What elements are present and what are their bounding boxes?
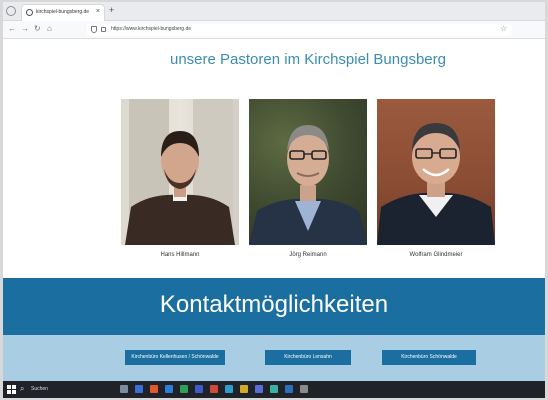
lock-icon[interactable]: [101, 27, 106, 32]
office-button-schoenwalde[interactable]: Kirchenbüro Schönwalde: [382, 350, 476, 365]
url-text[interactable]: https://www.kirchspiel-bungsberg.de: [111, 26, 191, 32]
pastor-name: Hans Hillmann: [160, 252, 200, 258]
task-view-icon[interactable]: [120, 385, 128, 393]
new-tab-icon[interactable]: +: [109, 5, 114, 15]
browser-toolbar: ← → ↻ ⌂ https://www.kirchspiel-bungsberg…: [3, 21, 545, 39]
app-icon[interactable]: [135, 385, 143, 393]
app-icon[interactable]: [150, 385, 158, 393]
browser-tab-bar: kirchspiel-bungsberg.de × +: [3, 2, 545, 21]
screen: kirchspiel-bungsberg.de × + ← → ↻ ⌂ http…: [3, 2, 545, 398]
app-icon[interactable]: [210, 385, 218, 393]
app-icon[interactable]: [165, 385, 173, 393]
contact-buttons-bar: Kirchenbüro Kellenhusen / Schönwalde Kir…: [3, 335, 545, 381]
app-icon[interactable]: [270, 385, 278, 393]
browser-menu-icon[interactable]: [6, 6, 16, 16]
app-icon[interactable]: [195, 385, 203, 393]
pastor-photo: [377, 99, 495, 245]
address-bar[interactable]: https://www.kirchspiel-bungsberg.de: [87, 24, 511, 36]
pastor-name: Jörg Reimann: [289, 252, 327, 258]
app-icon[interactable]: [285, 385, 293, 393]
tab-title: kirchspiel-bungsberg.de: [36, 9, 90, 15]
close-icon[interactable]: ×: [96, 8, 100, 15]
bookmark-star-icon[interactable]: ☆: [500, 24, 507, 33]
globe-icon: [26, 9, 33, 16]
pastor-card-2: Jörg Reimann: [249, 99, 367, 258]
shield-icon[interactable]: [91, 26, 97, 33]
search-icon[interactable]: ⌕: [20, 384, 24, 394]
app-icon[interactable]: [225, 385, 233, 393]
pastor-card-1: Hans Hillmann: [121, 99, 239, 258]
forward-icon[interactable]: →: [21, 24, 29, 33]
app-icon[interactable]: [300, 385, 308, 393]
pastor-photo: [249, 99, 367, 245]
pastor-name: Wolfram Glindmeier: [409, 252, 463, 258]
windows-start-icon[interactable]: [7, 385, 16, 394]
web-page: unsere Pastoren im Kirchspiel Bungsberg …: [3, 39, 545, 381]
back-icon[interactable]: ←: [8, 24, 16, 33]
page-heading: unsere Pastoren im Kirchspiel Bungsberg: [170, 51, 446, 68]
office-button-kellenhusen[interactable]: Kirchenbüro Kellenhusen / Schönwalde: [125, 350, 225, 365]
browser-tab[interactable]: kirchspiel-bungsberg.de ×: [21, 4, 105, 21]
app-icon[interactable]: [180, 385, 188, 393]
contact-section: Kontaktmöglichkeiten: [3, 278, 545, 335]
app-icon[interactable]: [240, 385, 248, 393]
taskbar: ⌕ Suchen: [3, 381, 545, 398]
taskbar-search-label[interactable]: Suchen: [31, 386, 48, 392]
contact-heading: Kontaktmöglichkeiten: [159, 291, 389, 318]
pastor-photo: [121, 99, 239, 245]
office-button-lensahn[interactable]: Kirchenbüro Lensahn: [265, 350, 351, 365]
home-icon[interactable]: ⌂: [47, 24, 52, 33]
pastor-card-3: Wolfram Glindmeier: [377, 99, 495, 258]
reload-icon[interactable]: ↻: [34, 24, 41, 33]
app-icon[interactable]: [255, 385, 263, 393]
